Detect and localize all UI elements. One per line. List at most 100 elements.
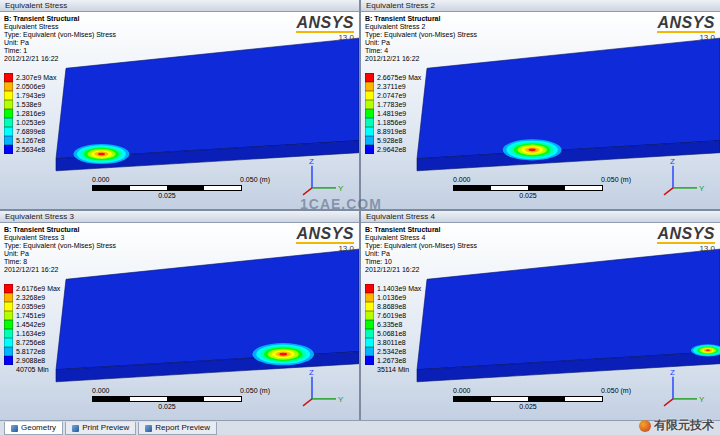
corner-watermark: 有限元技术 bbox=[639, 417, 714, 434]
legend-swatch bbox=[4, 91, 13, 100]
view-tab[interactable]: Report Preview bbox=[138, 422, 217, 435]
panel-title[interactable]: Equivalent Stress 3 bbox=[0, 211, 359, 223]
logo-name: ANSYS bbox=[657, 225, 715, 244]
graphics-viewport[interactable]: ZYB: Transient StructuralEquivalent Stre… bbox=[361, 12, 720, 209]
legend-row: 2.6176e9 Max bbox=[4, 284, 116, 293]
view-icon bbox=[11, 425, 18, 432]
logo-name: ANSYS bbox=[296, 14, 354, 33]
ansys-logo: ANSYS13.0 bbox=[296, 225, 354, 253]
slab-front-face bbox=[417, 352, 720, 382]
stress-hotspot bbox=[503, 139, 562, 160]
view-icon bbox=[72, 425, 79, 432]
scale-start: 0.000 bbox=[92, 387, 110, 395]
legend-label: 1.7451e9 bbox=[16, 311, 45, 320]
result-info: B: Transient StructuralEquivalent Stress… bbox=[365, 226, 477, 274]
legend-label: 5.928e8 bbox=[377, 136, 402, 145]
legend-swatch bbox=[4, 302, 13, 311]
legend-row: 2.0747e9 bbox=[365, 91, 477, 100]
graphics-viewport[interactable]: ZY B: Transient StructuralEquivalent Stre… bbox=[361, 223, 720, 420]
result-viewport-panel[interactable]: Equivalent StressZYB: Transient Structur… bbox=[0, 0, 359, 209]
analysis-name: B: Transient Structural bbox=[4, 226, 116, 234]
legend-label: 2.9642e8 bbox=[377, 145, 406, 154]
result-name: Equivalent Stress bbox=[4, 23, 116, 31]
result-name: Equivalent Stress 4 bbox=[365, 234, 477, 242]
legend-label: 2.3711e9 bbox=[377, 82, 406, 91]
legend-label: 1.0136e9 bbox=[377, 293, 406, 302]
logo-version: 13.0 bbox=[699, 33, 715, 42]
result-viewport-panel[interactable]: Equivalent Stress 4 ZY B: Transient Struct… bbox=[361, 211, 720, 420]
legend-swatch bbox=[4, 82, 13, 91]
legend-swatch bbox=[365, 320, 374, 329]
legend-swatch bbox=[365, 109, 374, 118]
slab-top-face bbox=[56, 38, 359, 159]
ansys-window: Equivalent StressZYB: Transient Structur… bbox=[0, 0, 720, 435]
view-tab[interactable]: Geometry bbox=[4, 422, 63, 435]
legend-swatch bbox=[4, 284, 13, 293]
axis-triad-icon: ZY bbox=[664, 368, 705, 406]
scale-track bbox=[92, 396, 242, 402]
result-time: Time: 4 bbox=[365, 47, 477, 55]
legend-swatch bbox=[365, 73, 374, 82]
result-time: Time: 8 bbox=[4, 258, 116, 266]
legend-row: 2.6675e9 Max bbox=[365, 73, 477, 82]
result-info: B: Transient StructuralEquivalent Stress… bbox=[4, 226, 116, 274]
graphics-viewport[interactable]: ZYB: Transient StructuralEquivalent Stre… bbox=[0, 223, 359, 420]
legend-row: 5.1267e8 bbox=[4, 136, 116, 145]
svg-text:Z: Z bbox=[309, 157, 314, 166]
legend-label: 1.4542e9 bbox=[16, 320, 45, 329]
legend-row: 5.928e8 bbox=[365, 136, 477, 145]
scale-end: 0.050 (m) bbox=[601, 387, 631, 395]
ansys-logo: ANSYS13.0 bbox=[657, 225, 715, 253]
legend-row: 3.8011e8 bbox=[365, 338, 477, 347]
legend-swatch bbox=[365, 347, 374, 356]
stress-contour-plot[interactable]: ZY bbox=[0, 12, 359, 209]
panel-title[interactable]: Equivalent Stress 2 bbox=[361, 0, 720, 12]
legend-row: 8.7256e8 bbox=[4, 338, 116, 347]
scale-start: 0.000 bbox=[92, 176, 110, 184]
ansys-logo: ANSYS13.0 bbox=[296, 14, 354, 42]
ansys-logo: ANSYS13.0 bbox=[657, 14, 715, 42]
legend-label: 1.1634e9 bbox=[16, 329, 45, 338]
legend-label: 5.1267e8 bbox=[16, 136, 45, 145]
result-time: Time: 10 bbox=[365, 258, 477, 266]
color-legend: 2.307e9 Max2.0506e91.7943e91.538e91.2816… bbox=[4, 73, 116, 154]
view-tab[interactable]: Print Preview bbox=[65, 422, 136, 435]
slab-front-face bbox=[56, 141, 359, 171]
legend-swatch bbox=[365, 82, 374, 91]
legend-label: 5.0681e8 bbox=[377, 329, 406, 338]
legend-row: 1.1403e9 Max bbox=[365, 284, 477, 293]
stress-contour-plot[interactable]: ZY bbox=[0, 223, 359, 420]
panel-title[interactable]: Equivalent Stress 4 bbox=[361, 211, 720, 223]
legend-label: 3.8011e8 bbox=[377, 338, 406, 347]
stress-contour-plot[interactable]: ZY bbox=[361, 223, 720, 420]
legend-label: 2.307e9 Max bbox=[16, 73, 56, 82]
legend-swatch bbox=[4, 73, 13, 82]
legend-label: 8.8919e8 bbox=[377, 127, 406, 136]
legend-label: 2.9088e8 bbox=[16, 356, 45, 365]
legend-swatch bbox=[4, 356, 13, 365]
legend-row: 2.307e9 Max bbox=[4, 73, 116, 82]
legend-row: 1.538e9 bbox=[4, 100, 116, 109]
axis-triad-icon: ZY bbox=[303, 157, 344, 195]
scale-end: 0.050 (m) bbox=[240, 387, 270, 395]
logo-name: ANSYS bbox=[296, 225, 354, 244]
graphics-viewport[interactable]: ZYB: Transient StructuralEquivalent Stre… bbox=[0, 12, 359, 209]
legend-swatch bbox=[365, 293, 374, 302]
panel-title[interactable]: Equivalent Stress bbox=[0, 0, 359, 12]
legend-row: 1.2673e8 bbox=[365, 356, 477, 365]
legend-label: 5.8172e8 bbox=[16, 347, 45, 356]
result-type: Type: Equivalent (von-Mises) Stress bbox=[365, 242, 477, 250]
scale-end: 0.050 (m) bbox=[601, 176, 631, 184]
stress-contour-plot[interactable]: ZY bbox=[361, 12, 720, 209]
legend-row: 40705 Min bbox=[4, 365, 116, 374]
legend-row: 7.6019e8 bbox=[365, 311, 477, 320]
legend-swatch bbox=[4, 136, 13, 145]
result-viewport-panel[interactable]: Equivalent Stress 2ZYB: Transient Struct… bbox=[361, 0, 720, 209]
result-date: 2012/12/21 16:22 bbox=[4, 266, 116, 274]
legend-row: 6.335e8 bbox=[365, 320, 477, 329]
legend-row: 35114 Min bbox=[365, 365, 477, 374]
result-viewport-panel[interactable]: Equivalent Stress 3ZYB: Transient Struct… bbox=[0, 211, 359, 420]
legend-label: 2.0359e9 bbox=[16, 302, 45, 311]
legend-label: 1.2816e9 bbox=[16, 109, 45, 118]
legend-row: 1.7943e9 bbox=[4, 91, 116, 100]
